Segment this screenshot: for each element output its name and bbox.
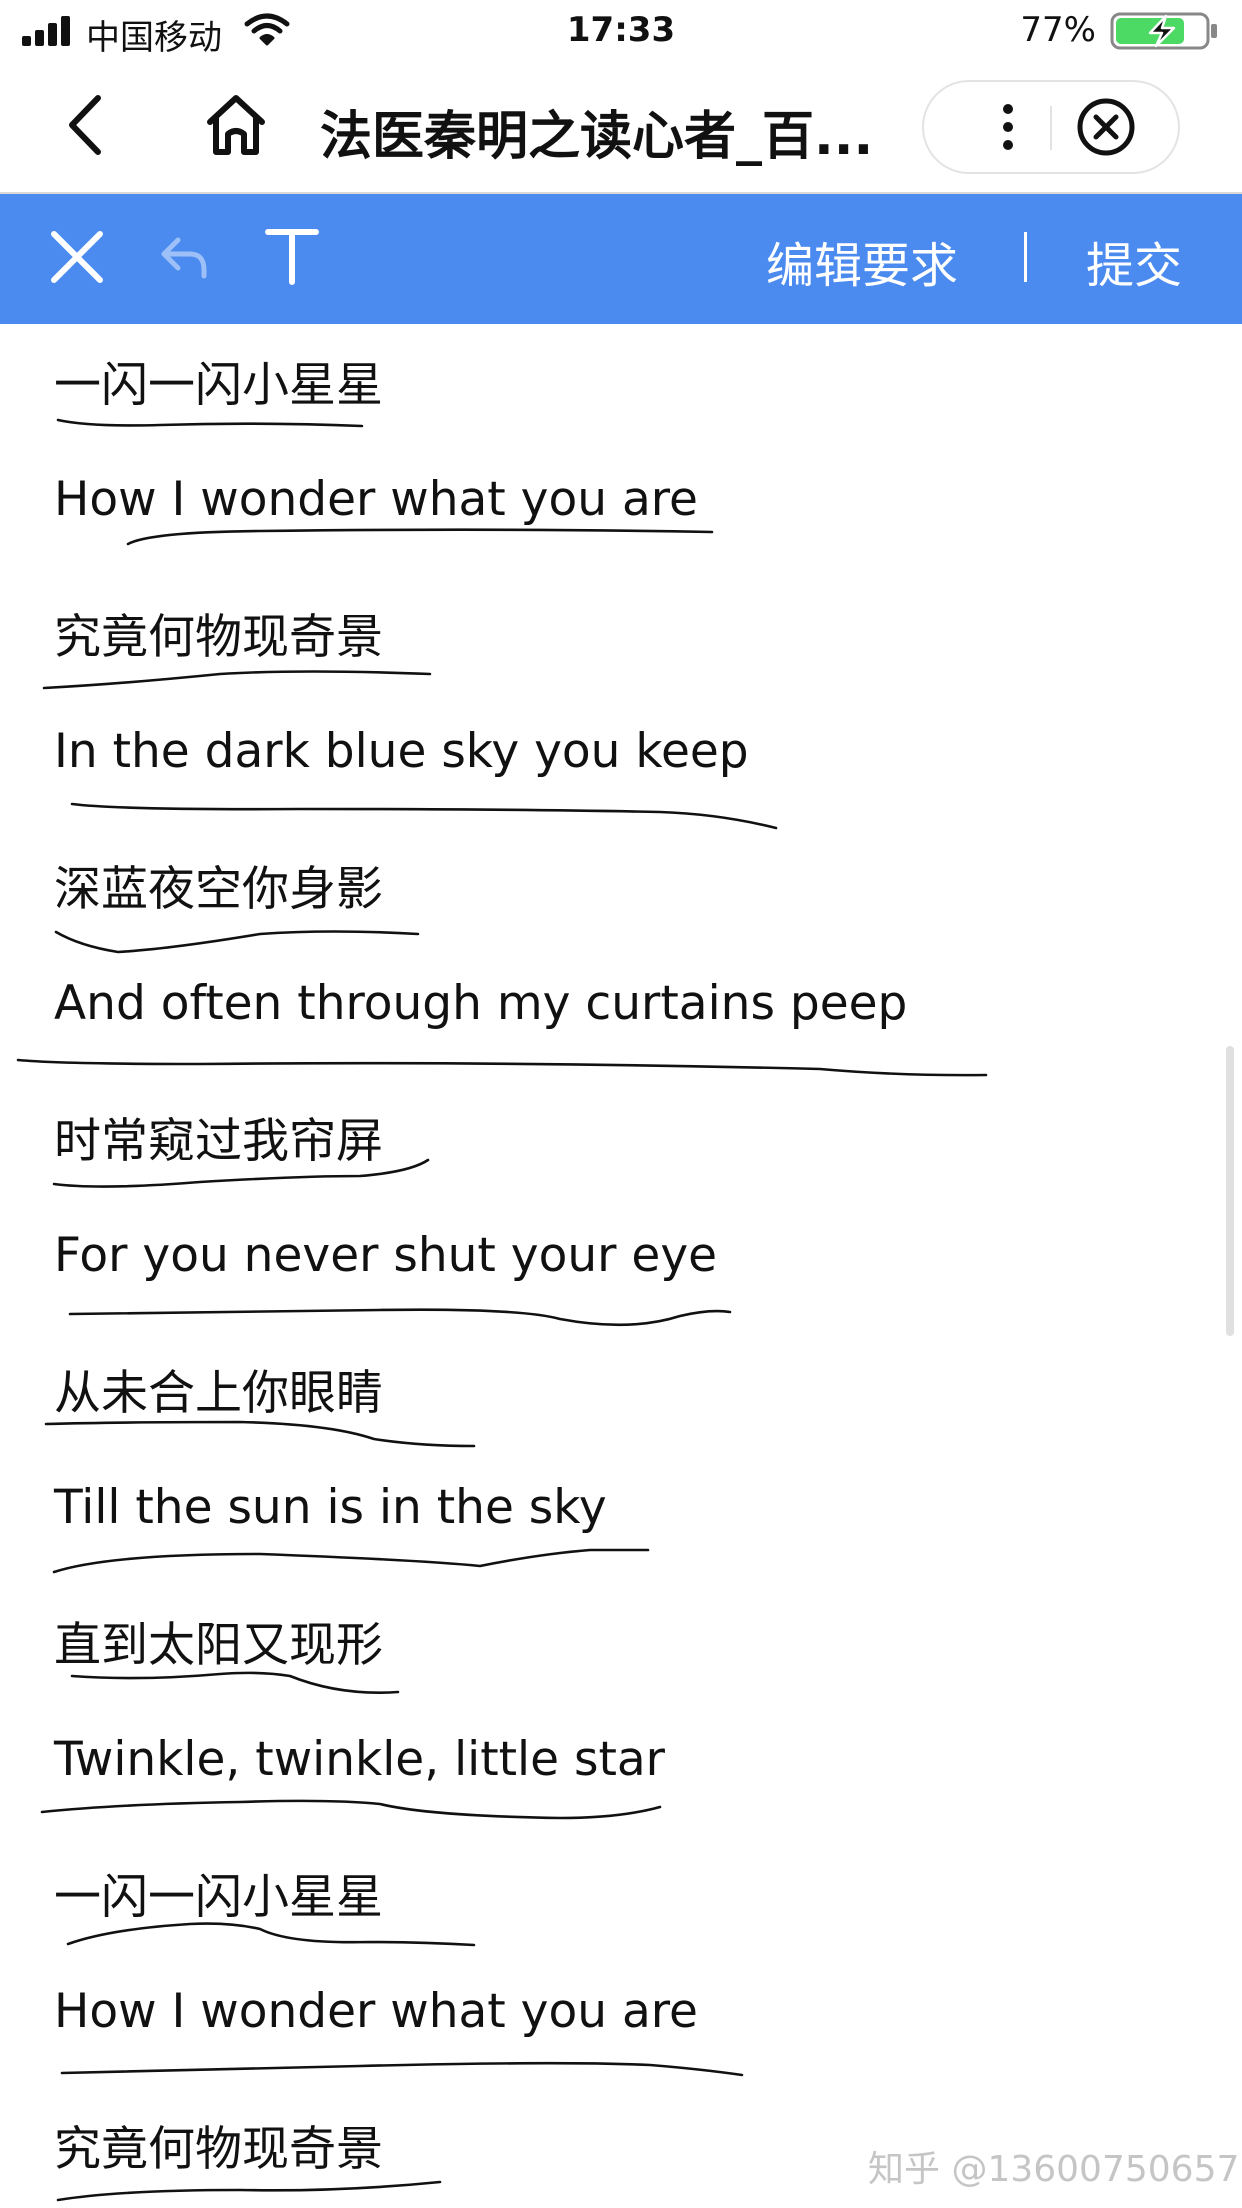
more-button[interactable] (938, 86, 1038, 168)
lyrics-content: 一闪一闪小星星 How I wonder what you are 究竟何物现奇… (0, 324, 1242, 2208)
lyric-line: 时常窥过我帘屏 (54, 1114, 383, 1169)
lyric-line: And often through my curtains peep (54, 976, 908, 1031)
close-icon (51, 231, 103, 283)
underline-3 (42, 670, 432, 690)
mini-program-capsule (922, 80, 1180, 174)
watermark: 知乎 @13600750657 (868, 2149, 1240, 2190)
text-tool-button[interactable] (262, 224, 322, 290)
title-bar: 法医秦明之读心者_百... (0, 64, 1242, 194)
lyric-line: In the dark blue sky you keep (54, 724, 749, 779)
undo-icon (161, 237, 207, 279)
underline-6 (16, 1058, 988, 1077)
lyric-line: Twinkle, twinkle, little star (54, 1732, 665, 1787)
edit-toolbar: 编辑要求 提交 (0, 194, 1242, 324)
underline-11 (70, 1671, 400, 1694)
underline-15 (56, 2180, 442, 2202)
status-bar: 中国移动 17:33 77% (0, 0, 1242, 64)
lyric-line: 究竟何物现奇景 (54, 2122, 383, 2177)
lyric-line: How I wonder what you are (54, 472, 698, 527)
chevron-left-icon (69, 95, 101, 155)
back-button[interactable] (60, 90, 110, 160)
page-title: 法医秦明之读心者_百... (320, 107, 874, 167)
battery-charging-icon (1110, 12, 1217, 50)
underline-8 (68, 1308, 732, 1327)
lyric-line: 直到太阳又现形 (54, 1618, 383, 1673)
underline-1 (56, 418, 364, 428)
capsule-divider (1050, 106, 1052, 150)
underline-9 (44, 1420, 476, 1448)
close-page-button[interactable] (1064, 86, 1168, 168)
scrollbar[interactable] (1226, 1046, 1234, 1336)
lyric-line: 究竟何物现奇景 (54, 610, 383, 665)
underline-4 (70, 802, 778, 830)
lyric-line: Till the sun is in the sky (54, 1480, 607, 1535)
home-icon (207, 95, 265, 155)
edit-requirements-button[interactable]: 编辑要求 (766, 226, 958, 296)
home-button[interactable] (204, 90, 268, 160)
text-tool-icon (265, 229, 319, 285)
underline-10 (52, 1548, 650, 1574)
battery-percentage: 77% (1020, 10, 1096, 50)
close-edit-button[interactable] (44, 224, 110, 290)
lyric-line: 一闪一闪小星星 (54, 358, 383, 413)
toolbar-separator (1024, 232, 1027, 282)
underline-14 (60, 2061, 744, 2077)
lyric-line: 深蓝夜空你身影 (54, 862, 383, 917)
underline-5 (54, 930, 420, 954)
lyric-line: How I wonder what you are (54, 1984, 698, 2039)
lyric-line: For you never shut your eye (54, 1228, 718, 1283)
underline-12 (40, 1799, 662, 1820)
circle-close-icon (1077, 98, 1135, 156)
submit-button[interactable]: 提交 (1086, 226, 1182, 296)
lyric-line: 从未合上你眼睛 (54, 1366, 383, 1421)
underline-2 (126, 528, 714, 546)
undo-button[interactable] (154, 228, 214, 288)
lyric-line: 一闪一闪小星星 (54, 1870, 383, 1925)
more-vertical-icon (1003, 104, 1013, 150)
